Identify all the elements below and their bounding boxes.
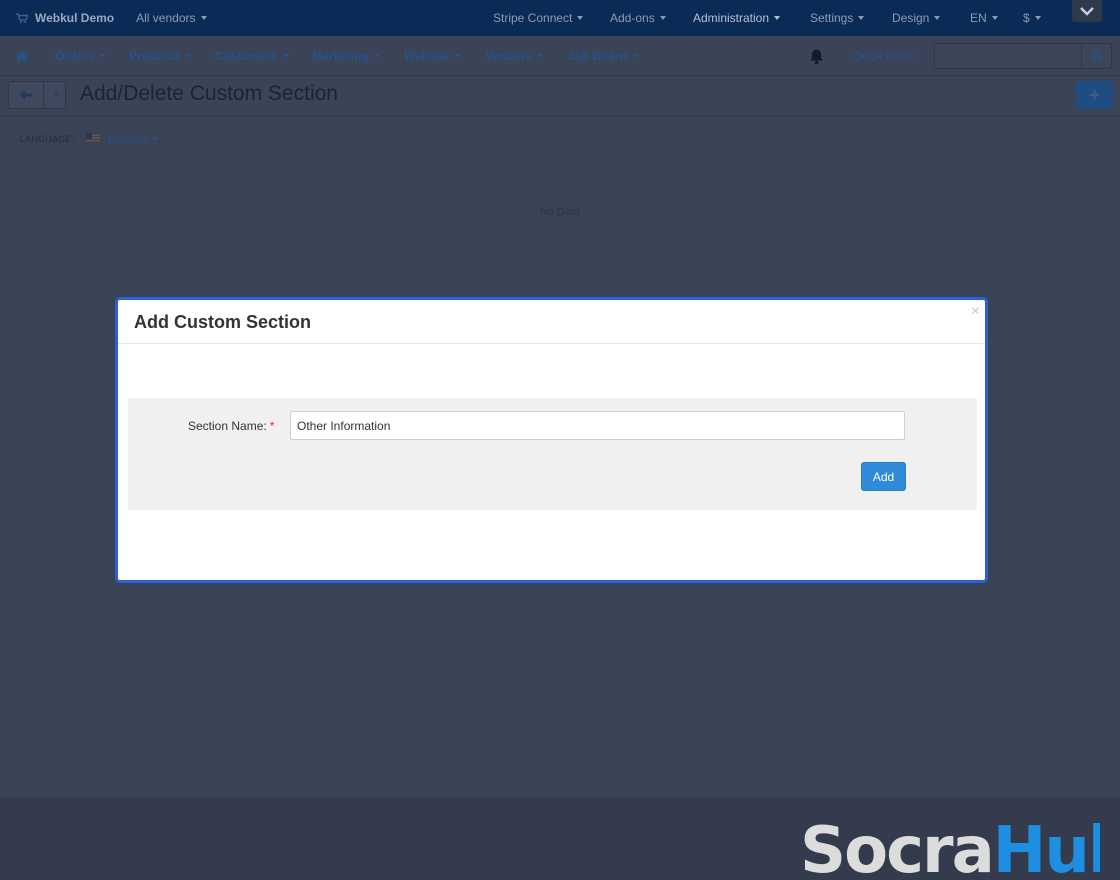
watermark-text: SocraHub <box>800 814 1100 878</box>
caret-down-icon <box>1034 16 1041 20</box>
menu-website-label: Website <box>404 49 450 63</box>
menu-products-label: Products <box>129 49 182 63</box>
caret-down-icon <box>282 54 289 58</box>
menu-stripe-connect[interactable]: Stripe Connect <box>493 0 584 36</box>
watermark-part-2: Hub <box>993 814 1100 878</box>
menu-job-board[interactable]: Job Board <box>568 36 639 76</box>
menu-stripe-connect-label: Stripe Connect <box>493 11 573 25</box>
search-icon <box>1091 50 1103 62</box>
caret-down-icon <box>454 54 461 58</box>
menu-settings[interactable]: Settings <box>810 0 865 36</box>
us-flag-icon <box>86 133 100 143</box>
menu-website[interactable]: Website <box>404 36 461 76</box>
brand[interactable]: Webkul Demo <box>16 11 114 25</box>
modal-title: Add Custom Section <box>134 312 312 332</box>
quick-menu[interactable]: Quick menu <box>852 36 916 76</box>
cart-icon <box>16 13 28 23</box>
search-button[interactable] <box>1081 44 1111 68</box>
currency-menu[interactable]: $ <box>1023 0 1041 36</box>
home-button[interactable] <box>16 36 28 76</box>
vendors-dropdown-label: All vendors <box>136 11 196 25</box>
menu-marketing[interactable]: Marketing <box>312 36 380 76</box>
menu-design-label: Design <box>892 11 930 25</box>
brand-name: Webkul Demo <box>35 11 115 25</box>
title-bar: Add/Delete Custom Section + <box>0 76 1120 116</box>
caret-down-icon <box>200 16 207 20</box>
chevron-down-icon <box>1080 7 1094 16</box>
caret-down-icon <box>152 137 159 141</box>
menu-orders-label: Orders <box>55 49 95 63</box>
required-marker: * <box>269 419 275 433</box>
section-name-input[interactable] <box>290 411 905 440</box>
caret-down-icon <box>632 54 639 58</box>
caret-down-icon <box>991 16 998 20</box>
language-selector-label: English <box>108 132 148 146</box>
caret-down-icon <box>577 16 584 20</box>
caret-down-icon <box>659 16 666 20</box>
search-box <box>934 43 1112 69</box>
menu-design[interactable]: Design <box>892 0 941 36</box>
menu-add-ons-label: Add-ons <box>610 11 655 25</box>
back-dropdown-button[interactable] <box>44 81 66 109</box>
caret-down-icon <box>373 54 380 58</box>
language-menu[interactable]: EN <box>970 0 998 36</box>
add-button[interactable]: Add <box>861 462 906 491</box>
caret-down-icon <box>934 16 941 20</box>
watermark-part-1: Socra <box>800 814 993 878</box>
language-label: LANGUAGE: <box>20 134 75 144</box>
add-custom-section-modal: Add Custom Section × Section Name:* Add <box>115 297 988 583</box>
bell-icon[interactable] <box>808 48 825 65</box>
modal-form: Section Name:* Add <box>128 398 977 510</box>
main-menu-bar: Orders Products Customers Marketing Webs… <box>0 36 1120 76</box>
back-button[interactable] <box>8 81 44 109</box>
language-selector[interactable]: English <box>108 132 159 146</box>
menu-orders[interactable]: Orders <box>55 36 106 76</box>
menu-job-board-label: Job Board <box>568 49 628 63</box>
menu-products[interactable]: Products <box>129 36 193 76</box>
socrahub-watermark: SocraHub <box>800 814 1100 878</box>
empty-state: No Data <box>539 206 581 218</box>
menu-vendors-label: Vendors <box>485 49 533 63</box>
close-button[interactable]: × <box>971 304 980 320</box>
menu-customers[interactable]: Customers <box>215 36 289 76</box>
menu-administration[interactable]: Administration <box>693 0 781 36</box>
caret-down-icon <box>774 16 781 20</box>
language-menu-label: EN <box>970 11 987 25</box>
currency-menu-label: $ <box>1023 11 1030 25</box>
arrow-left-icon <box>20 90 32 100</box>
user-menu[interactable] <box>1072 0 1102 22</box>
caret-down-icon <box>186 54 193 58</box>
top-bar: Webkul Demo All vendors Stripe Connect A… <box>0 0 1120 36</box>
add-section-button[interactable]: + <box>1076 81 1113 109</box>
menu-marketing-label: Marketing <box>312 49 369 63</box>
page: Webkul Demo All vendors Stripe Connect A… <box>0 0 1120 880</box>
menu-add-ons[interactable]: Add-ons <box>610 0 666 36</box>
vendors-dropdown[interactable]: All vendors <box>136 11 207 25</box>
caret-down-icon <box>54 93 60 97</box>
search-input[interactable] <box>935 44 1081 68</box>
caret-down-icon <box>537 54 544 58</box>
caret-down-icon <box>99 54 106 58</box>
modal-header: Add Custom Section × <box>118 300 985 344</box>
section-name-label: Section Name: * <box>188 419 274 433</box>
page-title: Add/Delete Custom Section <box>80 82 338 105</box>
menu-vendors[interactable]: Vendors <box>485 36 544 76</box>
menu-settings-label: Settings <box>810 11 854 25</box>
menu-customers-label: Customers <box>215 49 278 63</box>
home-icon <box>16 50 28 62</box>
caret-down-icon <box>858 16 865 20</box>
section-name-label-text: Section Name: <box>188 419 267 433</box>
menu-administration-label: Administration <box>693 11 770 25</box>
